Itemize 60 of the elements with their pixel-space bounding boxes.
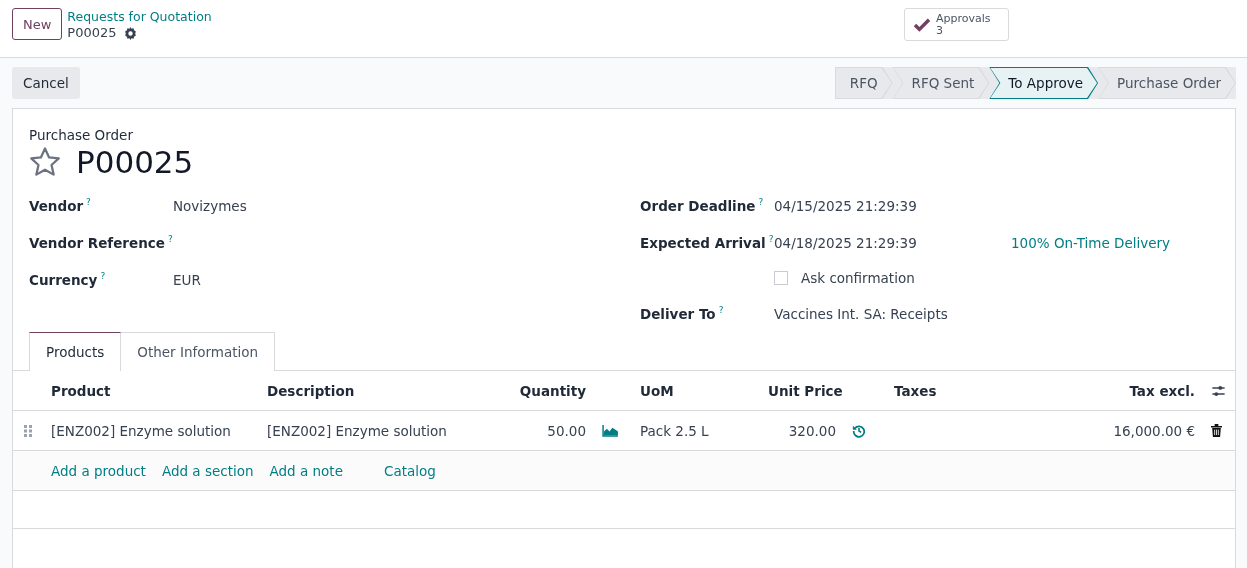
on-time-delivery-link[interactable]: 100% On-Time Delivery [1011,234,1171,251]
table-cell-text: [ENZ002] Enzyme solution [266,422,448,439]
table-cell-text: [ENZ002] Enzyme solution [50,422,232,439]
field-label: Vendor [29,197,84,214]
help-mark[interactable]: ? [167,234,173,244]
record-name: P00025 [67,25,117,41]
cancel-button[interactable]: Cancel [12,67,80,99]
table-cell-text: Pack 2.5 L [639,422,710,439]
column-header[interactable]: UoM [632,382,760,399]
column-header[interactable]: Quantity [510,382,594,399]
table-cell-text: 16,000.00 € [1112,422,1196,439]
drag-handle-icon[interactable] [24,424,32,437]
column-header[interactable]: Tax excl. [1010,382,1203,399]
field-label: Deliver To [640,305,716,322]
history-icon[interactable] [852,423,866,438]
area-chart-icon[interactable] [602,424,619,437]
tab[interactable]: Other Information [120,332,276,371]
approvals-button[interactable]: Approvals 3 [904,8,1009,41]
status-stage[interactable]: Purchase Order [1098,67,1236,99]
check-icon [913,17,931,32]
approvals-count: 3 [936,24,943,37]
approvals-label: Approvals [936,12,991,25]
settings-icon[interactable] [123,26,137,40]
help-mark[interactable]: ? [758,197,764,207]
status-stage[interactable]: RFQ [834,67,893,99]
status-stage[interactable]: To Approve [989,67,1099,99]
field-value[interactable]: 04/18/2025 21:29:39 [774,234,1011,251]
field-label: Vendor Reference [29,234,165,251]
record-title: P00025 [76,144,194,180]
star-icon[interactable] [28,145,62,179]
field-value[interactable]: Novizymes [173,197,247,214]
add-line-link[interactable]: Catalog [383,462,436,479]
help-mark[interactable]: ? [768,234,774,244]
field-value[interactable]: Vaccines Int. SA: Receipts [774,305,1011,322]
tab[interactable]: Products [29,332,122,371]
column-settings-icon[interactable] [1211,383,1226,398]
help-mark[interactable]: ? [100,271,106,281]
add-line-link[interactable]: Add a product [51,462,146,479]
breadcrumb-link[interactable]: Requests for Quotation [67,9,212,25]
new-button[interactable]: New [12,8,63,40]
trash-icon[interactable] [1211,424,1222,437]
help-mark[interactable]: ? [718,305,724,315]
field-value[interactable]: EUR [173,271,201,288]
field-value[interactable]: 04/15/2025 21:29:39 [774,197,1011,214]
table-cell-text: 50.00 [546,422,587,439]
field-label: Expected Arrival [640,234,766,251]
checkbox[interactable] [774,271,788,285]
form-type-label: Purchase Order [28,127,134,143]
field-label: Order Deadline [640,197,756,214]
help-mark[interactable]: ? [86,197,91,207]
checkbox-label: Ask confirmation [801,270,915,286]
column-header[interactable]: Taxes [886,382,1010,399]
field-label: Currency [29,271,98,288]
status-stage[interactable]: RFQ Sent [892,67,990,99]
column-header[interactable]: Description [259,382,510,399]
add-line-link[interactable]: Add a note [269,462,343,479]
table-cell-text: 320.00 [787,422,837,439]
column-header[interactable]: Product [43,382,259,399]
column-header[interactable]: Unit Price [760,382,844,399]
add-line-link[interactable]: Add a section [161,462,254,479]
